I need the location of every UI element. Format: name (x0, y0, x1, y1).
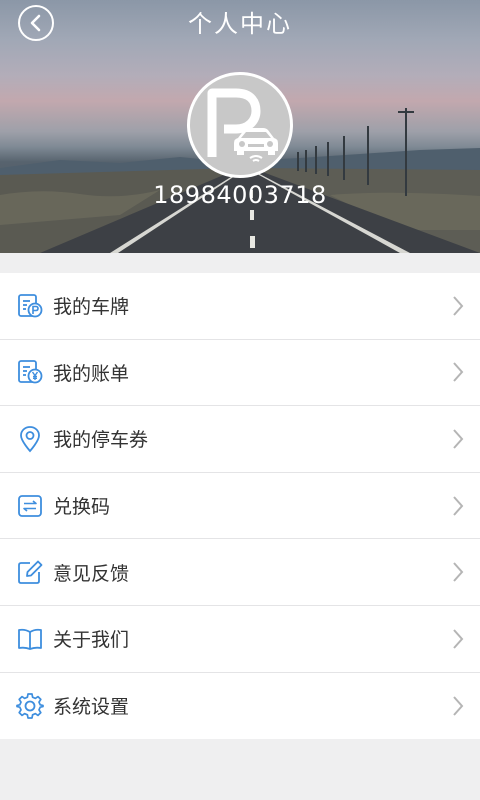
menu-item-redeem-code[interactable]: 兑换码 (0, 472, 480, 540)
avatar[interactable] (187, 72, 293, 178)
menu-item-label: 我的账单 (53, 362, 130, 385)
chevron-right-icon (453, 362, 464, 383)
bill-icon (16, 358, 44, 386)
menu-item-label: 我的车牌 (53, 296, 130, 319)
chevron-right-icon (453, 629, 464, 649)
menu-item-label: 我的停车券 (53, 429, 149, 452)
user-phone-number: 18984003718 (153, 181, 327, 209)
menu-item-label: 系统设置 (53, 696, 130, 719)
menu-list: 我的车牌 我的账单 我的停车券 兑换码 意见反馈 关于我们 系统设置 (0, 273, 480, 740)
parking-car-logo-icon (207, 88, 278, 162)
menu-item-my-plates[interactable]: 我的车牌 (0, 273, 480, 340)
menu-item-my-coupons[interactable]: 我的停车券 (0, 406, 480, 473)
menu-item-label: 兑换码 (53, 496, 111, 519)
profile-header: 个人中心 18984003718 (0, 0, 480, 253)
license-plate-icon (16, 292, 44, 320)
menu-item-feedback[interactable]: 意见反馈 (0, 539, 480, 606)
chevron-right-icon (453, 429, 464, 449)
location-pin-icon (16, 425, 44, 453)
chevron-right-icon (453, 296, 464, 316)
menu-item-my-bills[interactable]: 我的账单 (0, 339, 480, 407)
chevron-right-icon (453, 696, 464, 716)
page-title: 个人中心 (188, 10, 292, 38)
book-icon (16, 625, 44, 653)
menu-item-label: 关于我们 (53, 629, 130, 652)
menu-item-label: 意见反馈 (53, 562, 130, 585)
menu-item-system-settings[interactable]: 系统设置 (0, 672, 480, 740)
edit-icon (16, 558, 44, 586)
chevron-right-icon (453, 495, 464, 516)
gear-icon (16, 692, 44, 720)
exchange-icon (16, 492, 44, 520)
menu-item-about-us[interactable]: 关于我们 (0, 605, 480, 673)
chevron-right-icon (453, 562, 464, 582)
